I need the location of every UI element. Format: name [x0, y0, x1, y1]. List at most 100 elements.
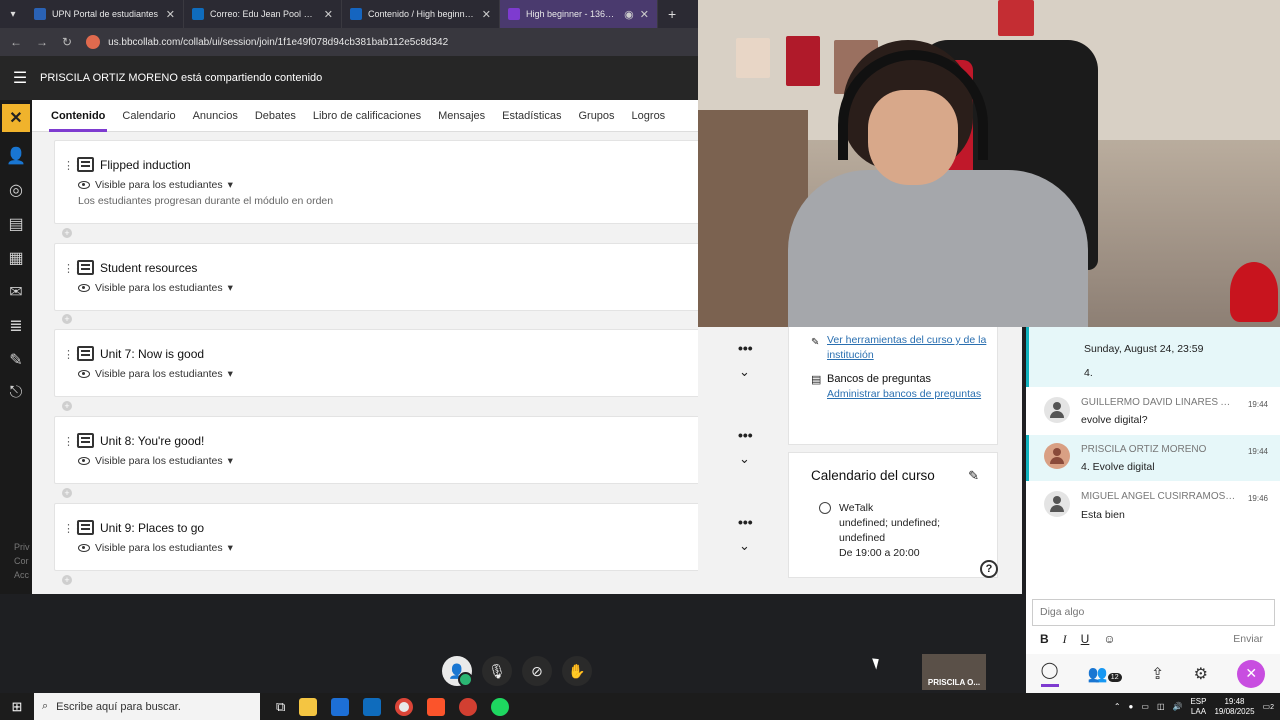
module-card[interactable]: ⋮⋮ Student resources Visible para los es…: [54, 243, 698, 311]
logout-icon[interactable]: ⎋: [10, 384, 23, 402]
courses-icon[interactable]: ▤: [8, 214, 23, 234]
network-icon[interactable]: ◫: [1157, 702, 1165, 711]
microphone-off-icon[interactable]: 🎙: [482, 656, 512, 686]
module-title[interactable]: Unit 8: You're good!: [100, 434, 204, 448]
add-content-icon[interactable]: +: [62, 401, 72, 411]
url-field[interactable]: us.bbcollab.com/collab/ui/session/join/1…: [86, 35, 448, 49]
chrome-app-icon[interactable]: [395, 697, 414, 716]
chevron-down-icon[interactable]: ⌄: [739, 538, 750, 554]
chrome-profile-app-icon[interactable]: [459, 697, 478, 716]
visibility-dropdown[interactable]: Visible para los estudiantes ▾: [78, 455, 233, 467]
module-card[interactable]: ⋮⋮ Unit 8: You're good! Visible para los…: [54, 416, 698, 484]
taskbar-clock[interactable]: 19:48 19/08/2025: [1214, 697, 1254, 717]
new-tab-button[interactable]: +: [658, 6, 686, 22]
bold-icon[interactable]: B: [1040, 632, 1049, 646]
battery-icon[interactable]: ▭: [1141, 702, 1149, 711]
windows-start-icon[interactable]: ⊞: [0, 699, 34, 715]
file-explorer-icon[interactable]: [299, 697, 318, 716]
close-panel-icon[interactable]: ✕: [1237, 659, 1266, 688]
more-options-icon[interactable]: •••: [738, 514, 753, 530]
brave-app-icon[interactable]: [427, 697, 446, 716]
mic-tray-icon[interactable]: ●: [1129, 702, 1134, 711]
send-button[interactable]: Enviar: [1233, 633, 1263, 645]
close-course-icon[interactable]: ✕: [2, 104, 30, 132]
module-card[interactable]: ⋮⋮ Unit 9: Places to go Visible para los…: [54, 503, 698, 571]
manage-banks-link[interactable]: Administrar bancos de preguntas: [827, 387, 991, 402]
italic-icon[interactable]: I: [1063, 632, 1067, 647]
camera-off-icon[interactable]: ⊘: [522, 656, 552, 686]
browser-tab-upn[interactable]: UPN Portal de estudiantes ✕: [26, 0, 184, 28]
tab-calendario[interactable]: Calendario: [122, 110, 175, 122]
add-content-icon[interactable]: +: [62, 314, 72, 324]
tab-mensajes[interactable]: Mensajes: [438, 110, 485, 122]
browser-tab-collab[interactable]: High beginner - 1368 (Rem ◉ ✕: [500, 0, 658, 28]
spotify-app-icon[interactable]: [491, 697, 510, 716]
back-icon[interactable]: ←: [10, 35, 22, 49]
calendar-icon[interactable]: ▦: [8, 248, 23, 268]
add-content-icon[interactable]: +: [62, 575, 72, 585]
presenter-thumbnail[interactable]: PRISCILA O...: [922, 654, 986, 690]
tab-list-chevron-icon[interactable]: ▾: [0, 9, 26, 20]
visibility-dropdown[interactable]: Visible para los estudiantes ▾: [78, 179, 233, 191]
participants-icon[interactable]: 👥 12: [1088, 664, 1122, 684]
close-tab-icon[interactable]: ✕: [166, 8, 175, 21]
add-content-icon[interactable]: +: [62, 488, 72, 498]
raise-hand-icon[interactable]: ✋: [562, 656, 592, 686]
task-view-icon[interactable]: ⧉: [276, 699, 285, 715]
profile-icon[interactable]: 👤: [6, 146, 26, 166]
grades-icon[interactable]: ≣: [9, 316, 22, 336]
emoji-icon[interactable]: ☺: [1103, 632, 1115, 646]
tab-debates[interactable]: Debates: [255, 110, 296, 122]
add-content-icon[interactable]: +: [62, 228, 72, 238]
close-tab-icon[interactable]: ✕: [324, 8, 333, 21]
tab-logros[interactable]: Logros: [632, 110, 666, 122]
underline-icon[interactable]: U: [1081, 632, 1090, 646]
tab-grupos[interactable]: Grupos: [578, 110, 614, 122]
module-card[interactable]: ⋮⋮ Unit 7: Now is good Visible para los …: [54, 329, 698, 397]
mail-icon[interactable]: ✉: [9, 282, 22, 302]
browser-tab-contenido[interactable]: Contenido / High beginner - 13 ✕: [342, 0, 500, 28]
volume-icon[interactable]: 🔊: [1173, 702, 1183, 711]
tray-chevron-icon[interactable]: ⌃: [1114, 702, 1121, 711]
site-info-icon[interactable]: [86, 35, 101, 49]
chevron-down-icon[interactable]: ⌄: [739, 364, 750, 380]
calendar-event[interactable]: WeTalk undefined; undefined; undefined D…: [839, 501, 989, 561]
help-icon[interactable]: ?: [980, 560, 998, 578]
module-title[interactable]: Flipped induction: [100, 158, 191, 172]
outlook-app-icon[interactable]: [363, 697, 382, 716]
calculator-app-icon[interactable]: [331, 697, 350, 716]
module-title[interactable]: Student resources: [100, 261, 197, 275]
chat-input[interactable]: Diga algo: [1032, 599, 1275, 626]
share-content-icon[interactable]: ⇪: [1151, 664, 1164, 684]
edit-icon[interactable]: ✎: [9, 350, 22, 370]
module-card[interactable]: ⋮⋮ Flipped induction Visible para los es…: [54, 140, 698, 224]
tab-anuncios[interactable]: Anuncios: [193, 110, 238, 122]
notifications-icon[interactable]: ▭2: [1263, 702, 1274, 711]
more-options-icon[interactable]: •••: [738, 340, 753, 356]
chat-bubble-icon[interactable]: ◯: [1040, 660, 1059, 687]
menu-icon[interactable]: ☰: [0, 68, 40, 88]
visibility-dropdown[interactable]: Visible para los estudiantes ▾: [78, 542, 233, 554]
language-indicator[interactable]: ESP LAA: [1190, 697, 1206, 717]
forward-icon[interactable]: →: [36, 35, 48, 49]
module-title[interactable]: Unit 7: Now is good: [100, 347, 204, 361]
settings-icon[interactable]: ⚙: [1194, 664, 1208, 684]
globe-icon[interactable]: ◎: [9, 180, 23, 200]
my-status-button[interactable]: 👤: [442, 656, 473, 687]
tab-libro-calificaciones[interactable]: Libro de calificaciones: [313, 110, 421, 122]
visibility-dropdown[interactable]: Visible para los estudiantes ▾: [78, 282, 233, 294]
more-options-icon[interactable]: •••: [738, 427, 753, 443]
reload-icon[interactable]: ↻: [62, 35, 72, 49]
view-tools-link[interactable]: Ver herramientas del curso y de la insti…: [827, 333, 991, 363]
module-title[interactable]: Unit 9: Places to go: [100, 521, 204, 535]
chevron-down-icon[interactable]: ⌄: [739, 451, 750, 467]
close-tab-icon[interactable]: ✕: [640, 8, 649, 21]
visibility-dropdown[interactable]: Visible para los estudiantes ▾: [78, 368, 233, 380]
tab-contenido[interactable]: Contenido: [48, 110, 108, 132]
module-icon: [77, 433, 94, 448]
tab-estadisticas[interactable]: Estadísticas: [502, 110, 561, 122]
browser-tab-correo[interactable]: Correo: Edu Jean Pool Colona M ✕: [184, 0, 342, 28]
taskbar-search[interactable]: ⌕ Escribe aquí para buscar.: [34, 693, 260, 720]
close-tab-icon[interactable]: ✕: [482, 8, 491, 21]
pencil-icon[interactable]: ✎: [968, 468, 979, 484]
